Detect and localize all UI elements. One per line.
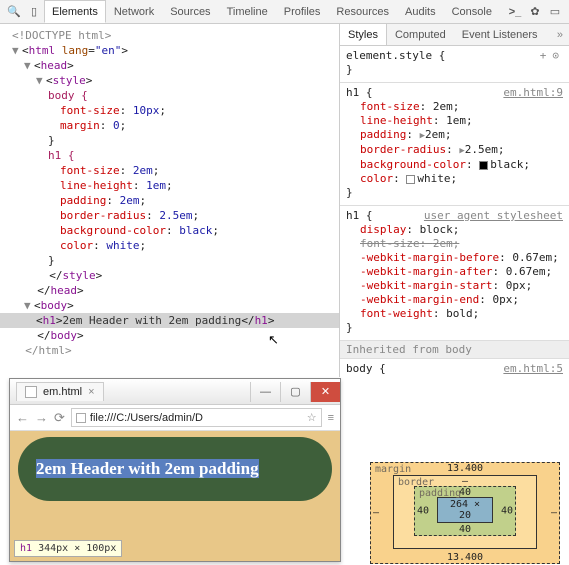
back-button[interactable]: ← — [16, 410, 29, 425]
styles-tabs: Styles Computed Event Listeners » — [340, 24, 569, 46]
tab-audits[interactable]: Audits — [397, 0, 444, 23]
style-close: </style> — [0, 268, 339, 283]
html-open[interactable]: ▼<html lang="en"> — [0, 43, 339, 58]
tab-close-icon[interactable]: × — [88, 386, 94, 398]
styles-tab-computed[interactable]: Computed — [387, 24, 454, 45]
rule-body-inherited[interactable]: body {em.html:5 font-size: 10px; margin:… — [340, 359, 569, 377]
tab-profiles[interactable]: Profiles — [276, 0, 329, 23]
head-open[interactable]: ▼<head> — [0, 58, 339, 73]
elements-tree[interactable]: <!DOCTYPE html> ▼<html lang="en"> ▼<head… — [0, 24, 340, 377]
browser-viewport: 2em Header with 2em padding h1 344px × 1… — [10, 431, 340, 561]
body-close: </body> — [0, 328, 339, 343]
styles-tab-listeners[interactable]: Event Listeners — [454, 24, 546, 45]
box-model[interactable]: margin 13.400 13.400 – – border – paddin… — [370, 462, 560, 558]
bookmark-icon[interactable]: ☆ — [307, 411, 317, 424]
source-link[interactable]: em.html:5 — [503, 362, 563, 376]
device-icon[interactable]: ▯ — [26, 4, 42, 20]
window-close-button[interactable]: ✕ — [310, 382, 340, 402]
browser-addressbar: ← → ⟳ file:///C:/Users/admin/D ☆ ≡ — [10, 405, 340, 431]
rule-h1-ua[interactable]: h1 {user agent stylesheet display: block… — [340, 206, 569, 341]
maximize-button[interactable]: ▢ — [280, 382, 310, 402]
minimize-button[interactable]: — — [250, 382, 280, 402]
reload-button[interactable]: ⟳ — [54, 410, 65, 426]
browser-window: em.html × — ▢ ✕ ← → ⟳ file:///C:/Users/a… — [9, 378, 341, 562]
tab-elements[interactable]: Elements — [44, 0, 106, 23]
main-split: <!DOCTYPE html> ▼<html lang="en"> ▼<head… — [0, 24, 569, 377]
new-rule-icon[interactable]: + — [540, 49, 547, 63]
body-open[interactable]: ▼<body> — [0, 298, 339, 313]
head-close: </head> — [0, 283, 339, 298]
rule-element-style[interactable]: element.style { +⊙ } — [340, 46, 569, 83]
console-drawer-icon[interactable]: >_ — [507, 4, 523, 20]
tab-timeline[interactable]: Timeline — [219, 0, 276, 23]
rule-h1-author[interactable]: h1 {em.html:9 font-size: 2em; line-heigh… — [340, 83, 569, 206]
tab-network[interactable]: Network — [106, 0, 162, 23]
toggle-state-icon[interactable]: ⊙ — [552, 49, 559, 63]
html-close: </html> — [0, 343, 339, 358]
devtools-toolbar: 🔍 ▯ Elements Network Sources Timeline Pr… — [0, 0, 569, 24]
tab-resources[interactable]: Resources — [328, 0, 397, 23]
box-model-content: 264 × 20 — [437, 497, 493, 523]
styles-tab-styles[interactable]: Styles — [340, 24, 387, 45]
tab-title: em.html — [43, 386, 82, 398]
forward-button[interactable]: → — [35, 410, 48, 425]
styles-pane: Styles Computed Event Listeners » elemen… — [340, 24, 569, 377]
menu-icon[interactable]: ≡ — [328, 412, 334, 424]
tab-console[interactable]: Console — [444, 0, 500, 23]
h1-element-selected[interactable]: <h1>2em Header with 2em padding</h1> — [0, 313, 339, 328]
doctype: <!DOCTYPE html> — [0, 28, 339, 43]
rendered-h1[interactable]: 2em Header with 2em padding — [18, 437, 332, 501]
settings-icon[interactable]: ✿ — [527, 4, 543, 20]
style-open[interactable]: ▼<style> — [0, 73, 339, 88]
styles-tab-more-icon[interactable]: » — [551, 24, 569, 45]
source-link[interactable]: em.html:9 — [503, 86, 563, 100]
url-input[interactable]: file:///C:/Users/admin/D ☆ — [71, 408, 322, 427]
browser-tab[interactable]: em.html × — [16, 382, 104, 401]
search-icon[interactable]: 🔍 — [6, 4, 22, 20]
page-icon — [76, 413, 86, 423]
file-icon — [25, 386, 37, 398]
dock-icon[interactable]: ▭ — [547, 4, 563, 20]
browser-titlebar[interactable]: em.html × — ▢ ✕ — [10, 379, 340, 405]
tab-sources[interactable]: Sources — [162, 0, 218, 23]
styles-rules[interactable]: element.style { +⊙ } h1 {em.html:9 font-… — [340, 46, 569, 377]
panel-tabs: Elements Network Sources Timeline Profil… — [44, 0, 500, 23]
element-tooltip: h1 344px × 100px — [14, 540, 122, 557]
inherited-header: Inherited from body — [340, 341, 569, 359]
